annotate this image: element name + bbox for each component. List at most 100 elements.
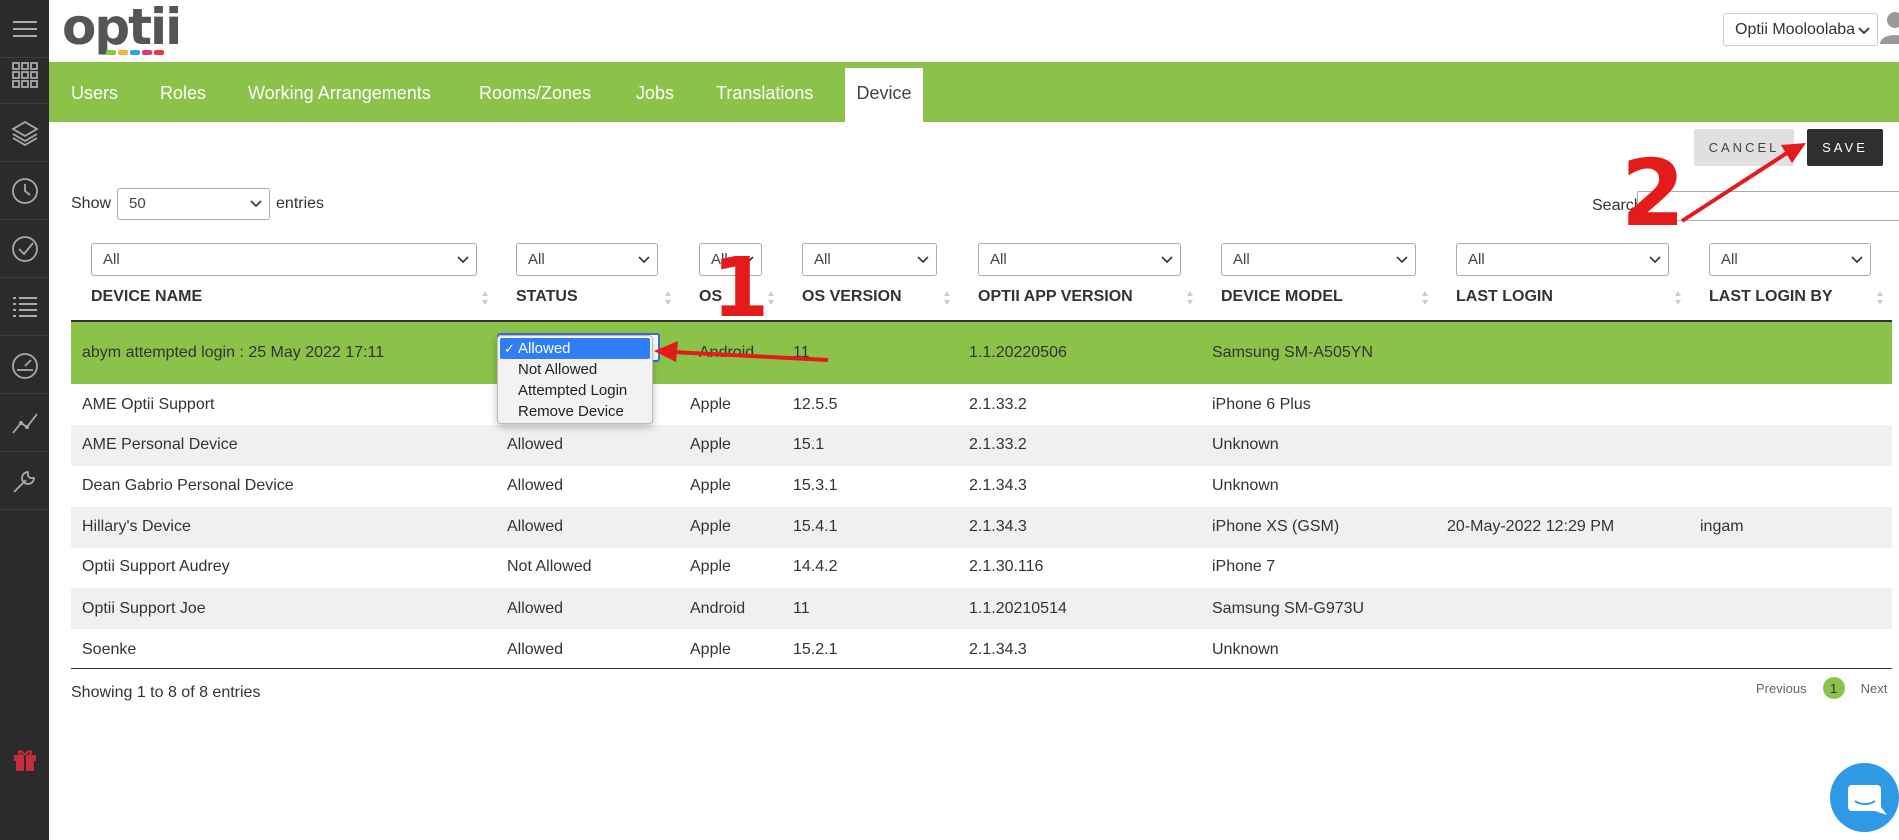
logo-color-bar: [106, 50, 164, 55]
list-icon[interactable]: [0, 278, 49, 336]
cell-status[interactable]: Allowed: [507, 518, 563, 536]
filter-os-version[interactable]: All: [802, 243, 937, 276]
entries-label: entries: [276, 195, 325, 212]
check-circle-icon[interactable]: [0, 220, 49, 278]
optii-logo[interactable]: optii: [62, 0, 182, 56]
filter-app-version[interactable]: All: [978, 243, 1181, 276]
chat-bubble-icon: [1848, 785, 1887, 815]
filter-value: All: [1468, 251, 1485, 268]
tab-rooms-zones[interactable]: Rooms/Zones: [479, 62, 591, 122]
length-control: Show 50 entries: [71, 188, 324, 220]
table-row[interactable]: Optii Support Joe Allowed Android 11 1.1…: [71, 588, 1892, 629]
cell-device-model: Unknown: [1212, 477, 1279, 494]
table-row[interactable]: AME Personal Device Allowed Apple 15.1 2…: [71, 425, 1892, 466]
column-header-last-login[interactable]: LAST LOGIN: [1456, 288, 1553, 306]
status-option-attempted-login[interactable]: Attempted Login: [498, 380, 652, 401]
apps-grid-icon[interactable]: [0, 46, 49, 104]
column-header-status[interactable]: STATUS: [516, 288, 578, 306]
next-link[interactable]: Next: [1861, 681, 1888, 696]
status-option-not-allowed[interactable]: Not Allowed: [498, 359, 652, 380]
tab-roles[interactable]: Roles: [160, 62, 206, 122]
table-row[interactable]: Hillary's Device Allowed Apple 15.4.1 2.…: [71, 507, 1892, 548]
wrench-icon[interactable]: [0, 452, 49, 510]
cell-app-version: 1.1.20220506: [969, 344, 1067, 361]
cell-os: Apple: [690, 518, 731, 535]
table-row[interactable]: Optii Support Audrey Not Allowed Apple 1…: [71, 548, 1892, 588]
filter-device-model[interactable]: All: [1221, 243, 1416, 276]
table-row[interactable]: Soenke Allowed Apple 15.2.1 2.1.34.3 Unk…: [71, 629, 1892, 668]
chevron-down-icon: [1161, 255, 1173, 263]
status-option-label: Allowed: [518, 340, 571, 357]
chat-launcher-button[interactable]: [1830, 763, 1899, 832]
pagination: Previous 1 Next: [1756, 677, 1887, 699]
filter-value: All: [990, 251, 1007, 268]
column-header-last-login-by[interactable]: LAST LOGIN BY: [1709, 288, 1833, 306]
dashboard-gauge-icon[interactable]: [0, 336, 49, 394]
sort-icon[interactable]: [481, 290, 489, 306]
trend-line-icon[interactable]: [0, 394, 49, 452]
tab-translations[interactable]: Translations: [716, 62, 813, 122]
chevron-down-icon: [1649, 255, 1661, 263]
column-header-device-model[interactable]: DEVICE MODEL: [1221, 288, 1343, 306]
tab-working-arrangements[interactable]: Working Arrangements: [248, 62, 431, 122]
clock-icon[interactable]: [0, 162, 49, 220]
entries-select[interactable]: 50: [117, 188, 271, 220]
status-option-allowed[interactable]: ✓ Allowed: [500, 338, 650, 359]
filter-status[interactable]: All: [516, 243, 658, 276]
cell-os: Apple: [690, 477, 731, 494]
chevron-down-icon: [917, 255, 929, 263]
cell-os-version: 12.5.5: [793, 396, 838, 413]
cell-os: Android: [690, 600, 746, 617]
cell-status[interactable]: Allowed: [507, 641, 563, 659]
checkmark-icon: ✓: [504, 341, 515, 356]
gift-icon[interactable]: [0, 730, 49, 788]
filter-device-name[interactable]: All: [91, 243, 477, 276]
chevron-down-icon: [1851, 255, 1863, 263]
entries-select-value: 50: [129, 195, 146, 212]
cell-status[interactable]: Not Allowed: [507, 558, 592, 576]
column-header-app-version[interactable]: OPTII APP VERSION: [978, 288, 1133, 306]
cell-app-version: 2.1.33.2: [969, 436, 1027, 453]
page-1-button[interactable]: 1: [1822, 677, 1845, 699]
cell-device-name: Optii Support Audrey: [82, 558, 230, 575]
cell-device-model: Samsung SM-G973U: [1212, 600, 1365, 617]
tab-device[interactable]: Device: [845, 68, 923, 122]
column-header-device-name[interactable]: DEVICE NAME: [91, 288, 202, 306]
filter-last-login[interactable]: All: [1456, 243, 1669, 276]
table-row[interactable]: AME Optii Support Apple 12.5.5 2.1.33.2 …: [71, 384, 1892, 425]
status-option-remove-device[interactable]: Remove Device: [498, 401, 652, 422]
sort-icon[interactable]: [1876, 290, 1884, 306]
filter-last-login-by[interactable]: All: [1709, 243, 1871, 276]
tab-users[interactable]: Users: [71, 62, 118, 122]
annotation-arrow-1: [654, 341, 829, 362]
cell-app-version: 2.1.34.3: [969, 518, 1027, 535]
layers-icon[interactable]: [0, 104, 49, 162]
logo-text: optii: [62, 0, 182, 56]
cell-status[interactable]: Allowed: [507, 436, 563, 454]
filter-value: All: [103, 251, 120, 268]
cell-os-version: 15.2.1: [793, 641, 838, 658]
sort-icon[interactable]: [1421, 290, 1429, 306]
cell-app-version: 2.1.34.3: [969, 641, 1027, 658]
sort-icon[interactable]: [664, 290, 672, 306]
table-row[interactable]: abym attempted login : 25 May 2022 17:11…: [71, 322, 1892, 384]
cell-status[interactable]: Allowed: [507, 600, 563, 618]
table-info: Showing 1 to 8 of 8 entries: [71, 684, 261, 701]
property-select[interactable]: Optii Mooloolaba: [1723, 13, 1878, 46]
save-button[interactable]: SAVE: [1807, 129, 1883, 166]
chevron-down-icon: [1396, 255, 1408, 263]
cell-os-version: 15.4.1: [793, 518, 838, 535]
cell-device-model: iPhone XS (GSM): [1212, 518, 1340, 535]
previous-link[interactable]: Previous: [1756, 681, 1807, 696]
cell-device-name: AME Personal Device: [82, 436, 238, 453]
tab-jobs[interactable]: Jobs: [636, 62, 674, 122]
sort-icon[interactable]: [1674, 290, 1682, 306]
cell-device-model: iPhone 6 Plus: [1212, 396, 1311, 413]
cell-status[interactable]: Allowed: [507, 477, 563, 495]
cell-device-model: Unknown: [1212, 641, 1279, 658]
sort-icon[interactable]: [943, 290, 951, 306]
sort-icon[interactable]: [1186, 290, 1194, 306]
table-row[interactable]: Dean Gabrio Personal Device Allowed Appl…: [71, 466, 1892, 507]
column-header-os-version[interactable]: OS VERSION: [802, 288, 902, 306]
user-avatar-icon[interactable]: [1880, 10, 1899, 44]
